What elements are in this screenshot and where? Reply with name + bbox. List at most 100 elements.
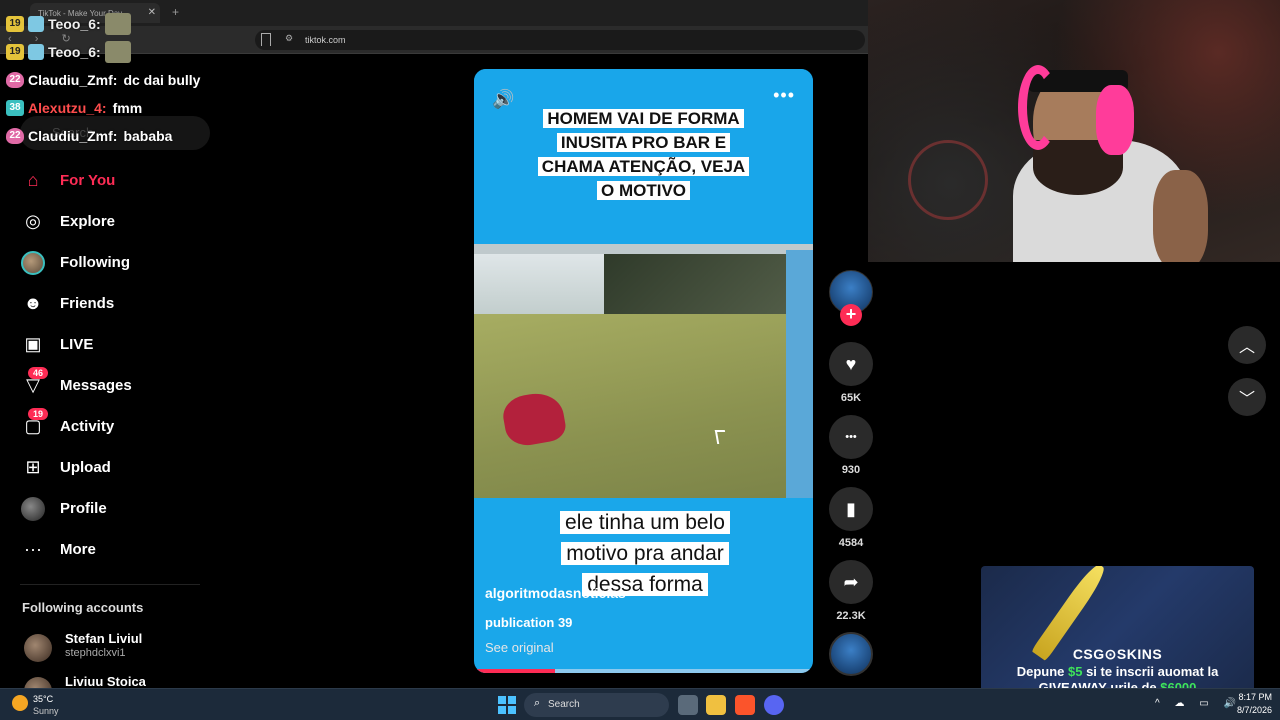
more-dots-icon: ··· <box>24 539 42 559</box>
video-progress-bar[interactable] <box>474 669 813 673</box>
screen: TikTok - Make Your Day ✕ + ‹ › ↻ ⚙ tikto… <box>0 0 1280 720</box>
sidebar-item-messages[interactable]: 46 ▽ Messages <box>0 365 210 406</box>
sub-badge: 19 <box>6 16 24 32</box>
chat-text: fmm <box>112 100 143 116</box>
following-avatar-icon <box>20 250 46 276</box>
chat-message: 22 Claudiu_Zmf: dc dai bully <box>6 66 346 94</box>
caption-text: ele tinha um belo motivo pra andar dessa… <box>560 511 730 596</box>
avatar <box>24 634 52 662</box>
sidebar-item-label: Messages <box>60 377 132 394</box>
account-handle: stephdclxvi1 <box>65 647 126 659</box>
sidebar-item-label: Friends <box>60 295 115 312</box>
stream-chat-overlay: 19 Teoo_6: 19 Teoo_6: 22 Claudiu_Zmf: dc… <box>6 10 346 150</box>
home-icon: ⌂ <box>27 170 39 190</box>
comment-icon: ••• <box>845 431 857 443</box>
sub-badge: 38 <box>6 100 24 116</box>
next-video-button[interactable]: ﹀ <box>1228 378 1266 416</box>
chat-username: Alexutzu_4: <box>28 100 107 116</box>
progress-fill <box>474 669 556 673</box>
chevron-up-icon: ︿ <box>1238 339 1255 356</box>
sponsor-ad-banner: CSG⊙SKINS Depune $5 si te inscrii auomat… <box>981 566 1254 697</box>
windows-taskbar: 35°C Sunny ⌕ Search ^ ☁ ▭ 🔊 8:17 PM 8/7/… <box>0 688 1280 720</box>
chat-username: Teoo_6: <box>48 16 101 32</box>
account-name: Liviuu Stoica <box>65 674 146 689</box>
live-tv-icon: ▣ <box>24 334 42 354</box>
bookmark-icon: ▮ <box>846 498 856 519</box>
headphone-cup <box>1096 85 1134 155</box>
messages-count-badge: 46 <box>28 367 49 379</box>
sun-icon <box>12 695 28 711</box>
ad-text: si te inscrii auomat la <box>1082 664 1219 679</box>
sidebar-item-more[interactable]: ··· More <box>0 529 210 570</box>
headline-text: HOMEM VAI DE FORMA INUSITA PRO BAR E CHA… <box>537 109 750 200</box>
brave-browser-icon[interactable] <box>735 695 755 715</box>
user-badge-icon <box>28 16 44 32</box>
webcam-wall-decor <box>908 140 988 220</box>
profile-avatar-icon <box>20 496 46 522</box>
clip-border <box>786 250 813 498</box>
ad-text: Depune <box>1016 664 1068 679</box>
sidebar-item-upload[interactable]: ⊞ Upload <box>0 447 210 488</box>
like-button[interactable]: ♥ <box>829 342 873 386</box>
windows-start-icon[interactable] <box>498 696 516 714</box>
file-explorer-icon[interactable] <box>706 695 726 715</box>
sidebar-item-activity[interactable]: 19 ▢ Activity <box>0 406 210 447</box>
volume-icon[interactable]: 🔊 <box>492 89 514 110</box>
video-headline: HOMEM VAI DE FORMA INUSITA PRO BAR E CHA… <box>536 107 751 203</box>
sidebar-item-profile[interactable]: Profile <box>0 488 210 529</box>
chat-message: 19 Teoo_6: <box>6 10 346 38</box>
compass-icon: ◎ <box>25 211 41 231</box>
chat-username: Claudiu_Zmf: <box>28 128 118 144</box>
chat-text: bababa <box>123 128 173 144</box>
sidebar-item-label: Explore <box>60 213 116 230</box>
sidebar-item-live[interactable]: ▣ LIVE <box>0 324 210 365</box>
user-badge-icon <box>28 44 44 60</box>
weather-desc: Sunny <box>33 706 59 716</box>
comment-button[interactable]: ••• <box>829 415 873 459</box>
avatar <box>21 496 45 521</box>
emote-icon <box>104 13 131 35</box>
music-disc[interactable] <box>829 632 873 676</box>
activity-count-badge: 19 <box>28 408 49 420</box>
save-count: 4584 <box>838 537 864 549</box>
chat-message: 38 Alexutzu_4: fmm <box>6 94 346 122</box>
task-view-icon[interactable] <box>678 695 698 715</box>
video-description: publication 39 <box>485 615 573 630</box>
sidebar-item-following[interactable]: Following <box>0 242 210 283</box>
sidebar-nav: ⌂ For You ◎ Explore Following ☻ Friends … <box>0 160 210 570</box>
discord-icon[interactable] <box>764 695 784 715</box>
weather-temp: 35°C <box>33 694 54 704</box>
sidebar-item-label: For You <box>60 172 116 189</box>
clock-date: 8/7/2026 <box>1236 705 1272 715</box>
chat-username: Claudiu_Zmf: <box>28 72 118 88</box>
previous-video-button[interactable]: ︿ <box>1228 326 1266 364</box>
system-tray[interactable]: ^ ☁ ▭ 🔊 <box>1155 698 1242 709</box>
sidebar-item-for-you[interactable]: ⌂ For You <box>0 160 210 201</box>
sidebar-divider <box>20 584 200 585</box>
video-author[interactable]: algoritmodasnoticias <box>485 585 626 601</box>
like-count: 65K <box>840 392 862 404</box>
see-original-link[interactable]: See original <box>485 640 554 655</box>
account-name: Stefan Liviul <box>65 631 143 646</box>
save-button[interactable]: ▮ <box>829 487 873 531</box>
chat-message: 19 Teoo_6: <box>6 38 346 66</box>
sidebar-item-explore[interactable]: ◎ Explore <box>0 201 210 242</box>
video-player[interactable]: 🔊 ••• HOMEM VAI DE FORMA INUSITA PRO BAR… <box>474 69 813 673</box>
share-button[interactable]: ➦ <box>829 560 873 604</box>
sidebar-item-label: More <box>60 541 96 558</box>
upload-plus-icon: ⊞ <box>25 457 41 477</box>
chat-username: Teoo_6: <box>48 44 101 60</box>
chevron-down-icon: ﹀ <box>1238 391 1255 408</box>
follow-button[interactable]: + <box>840 304 862 326</box>
sidebar-item-label: Activity <box>60 418 115 435</box>
sub-badge: 22 <box>6 128 24 144</box>
comment-count: 930 <box>841 464 861 476</box>
ad-line-1: Depune $5 si te inscrii auomat la <box>981 664 1254 679</box>
sidebar-item-friends[interactable]: ☻ Friends <box>0 283 210 324</box>
sub-badge: 22 <box>6 72 24 88</box>
more-options-icon[interactable]: ••• <box>773 85 795 106</box>
taskbar-search[interactable]: ⌕ Search <box>524 693 669 717</box>
url-field[interactable]: ⚙ tiktok.com <box>255 30 865 50</box>
share-icon: ➦ <box>843 571 859 592</box>
following-account[interactable]: Stefan Liviul stephdclxvi1 <box>22 630 222 670</box>
